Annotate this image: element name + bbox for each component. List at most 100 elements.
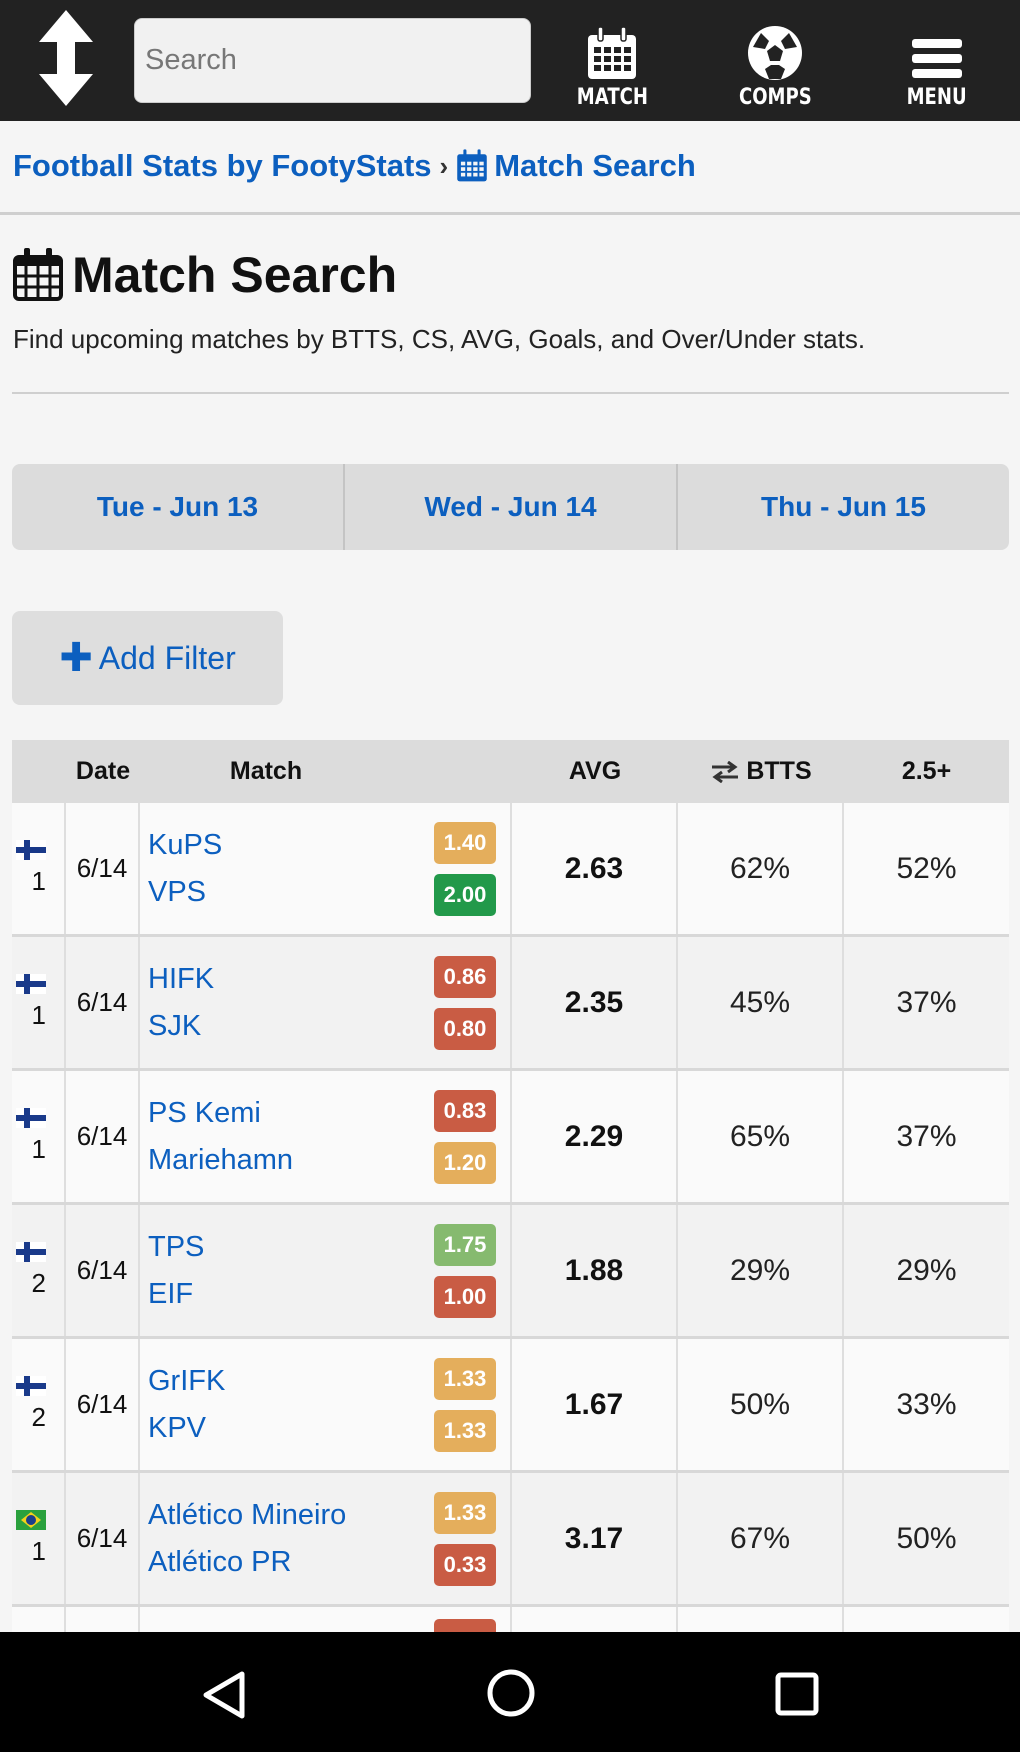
search-field[interactable] [134, 18, 531, 103]
league-cell: 1 [12, 937, 66, 1068]
soccer-ball-icon [748, 26, 802, 80]
league-cell: 1 [12, 803, 66, 934]
btts-cell: 29% [678, 1205, 844, 1336]
back-icon[interactable] [200, 1670, 248, 1720]
away-team-link[interactable]: KPV [148, 1412, 225, 1445]
home-team-link[interactable]: TPS [148, 1231, 204, 1264]
top-bar: MATCH COMPS MENU [0, 0, 1020, 121]
search-input[interactable] [145, 44, 530, 77]
away-team-link[interactable]: VPS [148, 876, 222, 909]
home-team-link[interactable]: HIFK [148, 963, 214, 996]
over-2-5-cell: 37% [896, 985, 957, 1019]
home-icon[interactable] [486, 1668, 536, 1718]
table-row[interactable]: 2 6/14 TPS EIF 1.75 1.00 1.88 29% 29% [12, 1205, 1009, 1339]
division-number: 1 [31, 866, 46, 896]
over-2-5-cell: 29% [896, 1253, 957, 1287]
recents-icon[interactable] [775, 1672, 819, 1716]
date-cell: 6/14 [66, 937, 140, 1068]
league-cell: 2 [12, 1205, 66, 1336]
home-team-link[interactable]: Atlético Mineiro [148, 1499, 346, 1532]
calendar-icon [588, 27, 636, 79]
home-ppg-badge: 1.33 [434, 1357, 496, 1400]
table-row[interactable]: 2 6/14 GrIFK KPV 1.33 1.33 1.67 50% 33% [12, 1339, 1009, 1473]
day-tab-jun-15[interactable]: Thu - Jun 15 [678, 464, 1009, 550]
add-filter-label: Add Filter [98, 639, 236, 676]
finland-flag-icon [16, 1108, 46, 1128]
date-cell: 6/14 [66, 1473, 140, 1604]
division-number: 2 [31, 1268, 46, 1298]
hamburger-menu-icon [912, 39, 962, 78]
header-btts-label: BTTS [746, 757, 812, 785]
match-cell: TPS EIF 1.75 1.00 [140, 1205, 512, 1336]
home-ppg-badge: 1.33 [434, 1491, 496, 1534]
day-tab-jun-14[interactable]: Wed - Jun 14 [345, 464, 678, 550]
btts-cell: 62% [678, 803, 844, 934]
match-cell: KuPS VPS 1.40 2.00 [140, 803, 512, 934]
division-number: 1 [31, 1000, 46, 1030]
table-row[interactable]: 1 6/14 HIFK SJK 0.86 0.80 2.35 45% 37% [12, 937, 1009, 1071]
match-cell: HIFK SJK 0.86 0.80 [140, 937, 512, 1068]
away-team-link[interactable]: Atlético PR [148, 1546, 346, 1579]
add-filter-button[interactable]: ✚ Add Filter [12, 611, 283, 705]
divider [12, 392, 1009, 394]
matches-table: Date Match AVG BTTS 2.5+ 1 6/14 KuPS VPS… [12, 740, 1009, 1647]
header-date[interactable]: Date [66, 757, 140, 786]
calendar-icon [13, 248, 63, 301]
plus-icon: ✚ [59, 636, 93, 680]
btts-cell: 67% [678, 1473, 844, 1604]
match-nav-label: MATCH [576, 85, 648, 110]
table-row[interactable]: 1 6/14 PS Kemi Mariehamn 0.83 1.20 2.29 … [12, 1071, 1009, 1205]
table-row[interactable]: 1 6/14 Atlético Mineiro Atlético PR 1.33… [12, 1473, 1009, 1607]
match-cell: GrIFK KPV 1.33 1.33 [140, 1339, 512, 1470]
breadcrumb: Football Stats by FootyStats › Match Sea… [13, 148, 696, 184]
over-2-5-cell: 52% [896, 851, 957, 885]
scroll-arrows-icon[interactable] [35, 10, 97, 106]
date-cell: 6/14 [66, 803, 140, 934]
calendar-icon [457, 149, 487, 182]
away-ppg-badge: 2.00 [434, 873, 496, 916]
breadcrumb-home-link[interactable]: Football Stats by FootyStats [13, 148, 432, 184]
btts-cell: 45% [678, 937, 844, 1068]
avg-cell: 2.63 [512, 803, 678, 934]
day-tab-jun-13[interactable]: Tue - Jun 13 [12, 464, 345, 550]
avg-cell: 2.35 [512, 937, 678, 1068]
comps-nav-button[interactable]: COMPS [715, 14, 835, 110]
finland-flag-icon [16, 840, 46, 860]
away-team-link[interactable]: Mariehamn [148, 1144, 293, 1177]
android-navigation-bar [0, 1632, 1020, 1752]
date-cell: 6/14 [66, 1071, 140, 1202]
btts-cell: 65% [678, 1071, 844, 1202]
over-2-5-cell: 37% [896, 1119, 957, 1153]
away-team-link[interactable]: EIF [148, 1278, 204, 1311]
table-header: Date Match AVG BTTS 2.5+ [12, 740, 1009, 803]
date-cell: 6/14 [66, 1205, 140, 1336]
btts-cell: 50% [678, 1339, 844, 1470]
away-team-link[interactable]: SJK [148, 1010, 214, 1043]
away-ppg-badge: 0.80 [434, 1007, 496, 1050]
home-team-link[interactable]: GrIFK [148, 1365, 225, 1398]
division-number: 1 [31, 1134, 46, 1164]
header-avg[interactable]: AVG [512, 757, 678, 786]
avg-cell: 3.17 [512, 1473, 678, 1604]
brazil-flag-icon [16, 1510, 46, 1530]
table-row[interactable]: 1 6/14 KuPS VPS 1.40 2.00 2.63 62% 52% [12, 803, 1009, 937]
home-ppg-badge: 1.40 [434, 821, 496, 864]
finland-flag-icon [16, 1376, 46, 1396]
finland-flag-icon [16, 974, 46, 994]
header-over-2-5[interactable]: 2.5+ [844, 757, 1009, 786]
header-match[interactable]: Match [140, 757, 512, 786]
finland-flag-icon [16, 1242, 46, 1262]
page-heading: Match Search [72, 247, 398, 303]
page-subtitle: Find upcoming matches by BTTS, CS, AVG, … [13, 324, 866, 354]
home-team-link[interactable]: PS Kemi [148, 1097, 293, 1130]
avg-cell: 2.29 [512, 1071, 678, 1202]
table-body: 1 6/14 KuPS VPS 1.40 2.00 2.63 62% 52% 1… [12, 803, 1009, 1607]
away-ppg-badge: 0.33 [434, 1543, 496, 1586]
header-btts[interactable]: BTTS [678, 757, 844, 786]
league-cell: 1 [12, 1071, 66, 1202]
breadcrumb-current-link[interactable]: Match Search [494, 148, 696, 184]
home-team-link[interactable]: KuPS [148, 829, 222, 862]
match-nav-button[interactable]: MATCH [552, 14, 672, 110]
menu-nav-button[interactable]: MENU [877, 14, 997, 110]
avg-cell: 1.88 [512, 1205, 678, 1336]
